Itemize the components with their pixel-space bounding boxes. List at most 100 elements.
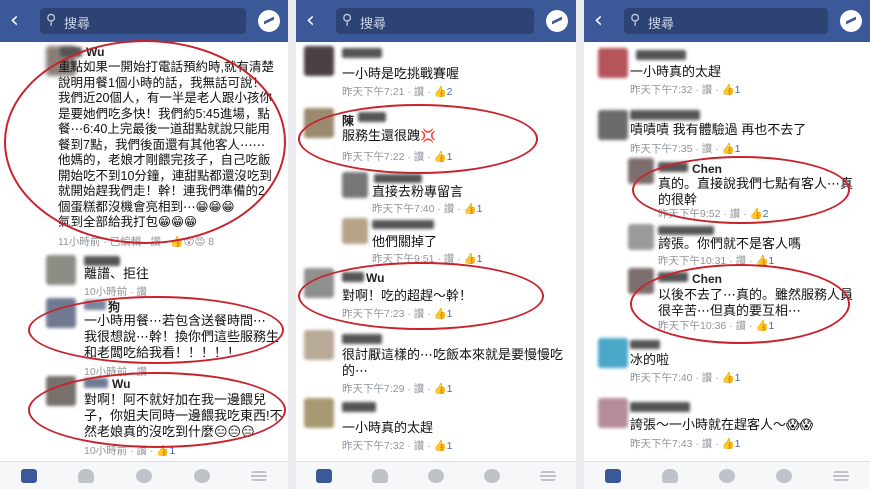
redacted-name (630, 110, 700, 120)
friends-tab-icon[interactable] (661, 468, 678, 483)
search-input[interactable]: ⚲ 搜尋 (40, 8, 246, 34)
like-count[interactable]: 👍1 (434, 440, 453, 452)
comment-meta: 昨天下午7:32 · 讚 · 👍1 (342, 438, 453, 453)
comment-text: 他們關掉了 (372, 234, 438, 249)
like-count[interactable]: 👍1 (722, 143, 741, 155)
video-tab-icon[interactable] (135, 468, 152, 483)
like-count[interactable]: 👍1 (156, 445, 175, 457)
comment-text: 以後不去了⋯真的。雖然服務人員 很辛苦⋯但真的要互相⋯ (658, 287, 853, 319)
menu-tab-icon[interactable] (833, 470, 850, 481)
comment-line: 真的。直接說我們七點有客人⋯真 (658, 176, 854, 191)
comment-meta: 昨天下午7:23 · 讚 · 👍1 (342, 306, 453, 321)
redacted-name (84, 256, 120, 266)
comment-meta: 昨天下午10:31 · 讚 · 👍1 (658, 253, 774, 268)
redacted-name (84, 378, 108, 388)
like-count[interactable]: 👍1 (464, 203, 483, 215)
avatar[interactable] (304, 46, 334, 76)
like-count[interactable]: 👍1 (755, 320, 774, 332)
search-input[interactable]: ⚲ 搜尋 (624, 8, 828, 34)
comment-text: 對啊！阿不就好加在我一邊餵兒 子，你姐夫同時一邊餵我吃東西!不 然老娘真的沒吃到… (84, 392, 283, 440)
like-count[interactable]: 👍1 (722, 372, 741, 384)
comment-meta: 昨天下午7:40 · 讚 · 👍1 (630, 370, 741, 385)
meta-text: 昨天下午10:31 · 讚 · (658, 255, 756, 267)
video-tab-icon[interactable] (428, 468, 444, 483)
like-count[interactable]: 👍2 (434, 86, 453, 98)
video-tab-icon[interactable] (718, 468, 735, 483)
avatar[interactable] (304, 398, 334, 428)
avatar[interactable] (628, 158, 654, 184)
like-count[interactable]: 👍1 (464, 253, 483, 265)
commenter-name[interactable]: 陳 (342, 112, 354, 129)
redacted-name (84, 300, 106, 310)
avatar[interactable] (304, 268, 334, 298)
redacted-name (342, 334, 382, 344)
avatar[interactable] (304, 330, 334, 360)
comment-line: 很討厭這樣的⋯吃飯本來就是要慢慢吃 (342, 347, 564, 362)
back-arrow-icon[interactable]: ‹ (10, 8, 30, 34)
avatar[interactable] (598, 110, 628, 140)
commenter-name[interactable]: Wu (86, 45, 104, 59)
meta-text: 昨天下午7:40 · 讚 · (630, 372, 722, 384)
commenter-name[interactable]: Chen (692, 162, 722, 176)
like-count[interactable]: 👍1 (755, 255, 774, 267)
avatar[interactable] (342, 172, 368, 198)
friends-tab-icon[interactable] (78, 468, 95, 483)
notifications-tab-icon[interactable] (776, 468, 793, 483)
redacted-name (636, 50, 686, 60)
messenger-icon[interactable] (840, 10, 862, 32)
like-count[interactable]: 👍1 (722, 84, 741, 96)
home-tab-icon[interactable] (316, 468, 332, 483)
search-input[interactable]: ⚲ 搜尋 (336, 8, 534, 34)
comment-text: 誇張～一小時就在趕客人～😱😱 (630, 417, 814, 432)
avatar[interactable] (598, 48, 628, 78)
like-count[interactable]: 👍1 (434, 308, 453, 320)
avatar[interactable] (304, 108, 334, 138)
back-arrow-icon[interactable]: ‹ (306, 8, 326, 34)
meta-text: 昨天下午10:36 · 讚 · (658, 320, 756, 332)
messenger-icon[interactable] (546, 10, 568, 32)
avatar[interactable] (46, 376, 76, 406)
avatar[interactable] (598, 338, 628, 368)
comment-text: 誇張。你們就不是客人嗎 (658, 236, 802, 251)
home-tab-icon[interactable] (604, 468, 621, 483)
avatar[interactable] (628, 224, 654, 250)
messenger-icon[interactable] (258, 10, 280, 32)
comment-meta: 昨天下午9:52 · 讚 · 👍2 (658, 206, 769, 221)
menu-tab-icon[interactable] (540, 470, 556, 481)
notifications-tab-icon[interactable] (484, 468, 500, 483)
like-count[interactable]: 👍1 (434, 151, 453, 163)
commenter-name[interactable]: Chen (692, 272, 722, 286)
avatar[interactable] (598, 398, 628, 428)
comment-line: 和老闆吃給我看！！！！！ (84, 345, 241, 360)
comment-meta: 昨天下午7:21 · 讚 · 👍2 (342, 84, 453, 99)
comment-meta: 昨天下午7:22 · 讚 · 👍1 (342, 149, 453, 164)
meta-text: 昨天下午7:29 · 讚 · (342, 383, 434, 395)
avatar[interactable] (46, 255, 76, 285)
top-nav-bar: ‹ ⚲ 搜尋 (296, 0, 576, 42)
menu-tab-icon[interactable] (251, 470, 268, 481)
home-tab-icon[interactable] (20, 468, 37, 483)
avatar[interactable] (628, 268, 654, 294)
comment-line: 很辛苦⋯但真的要互相⋯ (658, 303, 802, 318)
redacted-name (630, 402, 690, 412)
meta-text: 昨天下午9:51 · 讚 · (372, 253, 464, 265)
avatar[interactable] (46, 298, 76, 328)
back-arrow-icon[interactable]: ‹ (594, 8, 614, 34)
meta-text: 昨天下午7:23 · 讚 · (342, 308, 434, 320)
comment-line: 重點如果一開始打電話預約時,就有清楚 (58, 60, 274, 74)
bottom-tab-bar (0, 461, 288, 489)
notifications-tab-icon[interactable] (193, 468, 210, 483)
avatar[interactable] (342, 218, 368, 244)
commenter-name[interactable]: Wu (366, 271, 384, 285)
friends-tab-icon[interactable] (372, 468, 388, 483)
like-count[interactable]: 👍1 (434, 383, 453, 395)
like-count[interactable]: 👍2 (750, 208, 769, 220)
commenter-name[interactable]: Wu (112, 377, 130, 391)
comment-text: 嘖嘖嘖 我有體驗過 再也不去了 (630, 122, 807, 137)
comment-line: 就開始趕我們走！幹！連我們準備的2 (58, 184, 265, 198)
comment-text: 一小時是吃挑戰賽喔 (342, 66, 460, 81)
comments-panel-1: ‹ ⚲ 搜尋 Wu 重點如果一開始打電話預約時,就有清楚 說明用餐1個小時的話，… (0, 0, 288, 489)
redacted-name (372, 220, 434, 229)
like-count[interactable]: 👍1 (722, 438, 741, 450)
comments-panel-2: ‹ ⚲ 搜尋 一小時是吃挑戰賽喔 昨天下午7:21 · 讚 · 👍2 陳 服務生… (296, 0, 576, 489)
